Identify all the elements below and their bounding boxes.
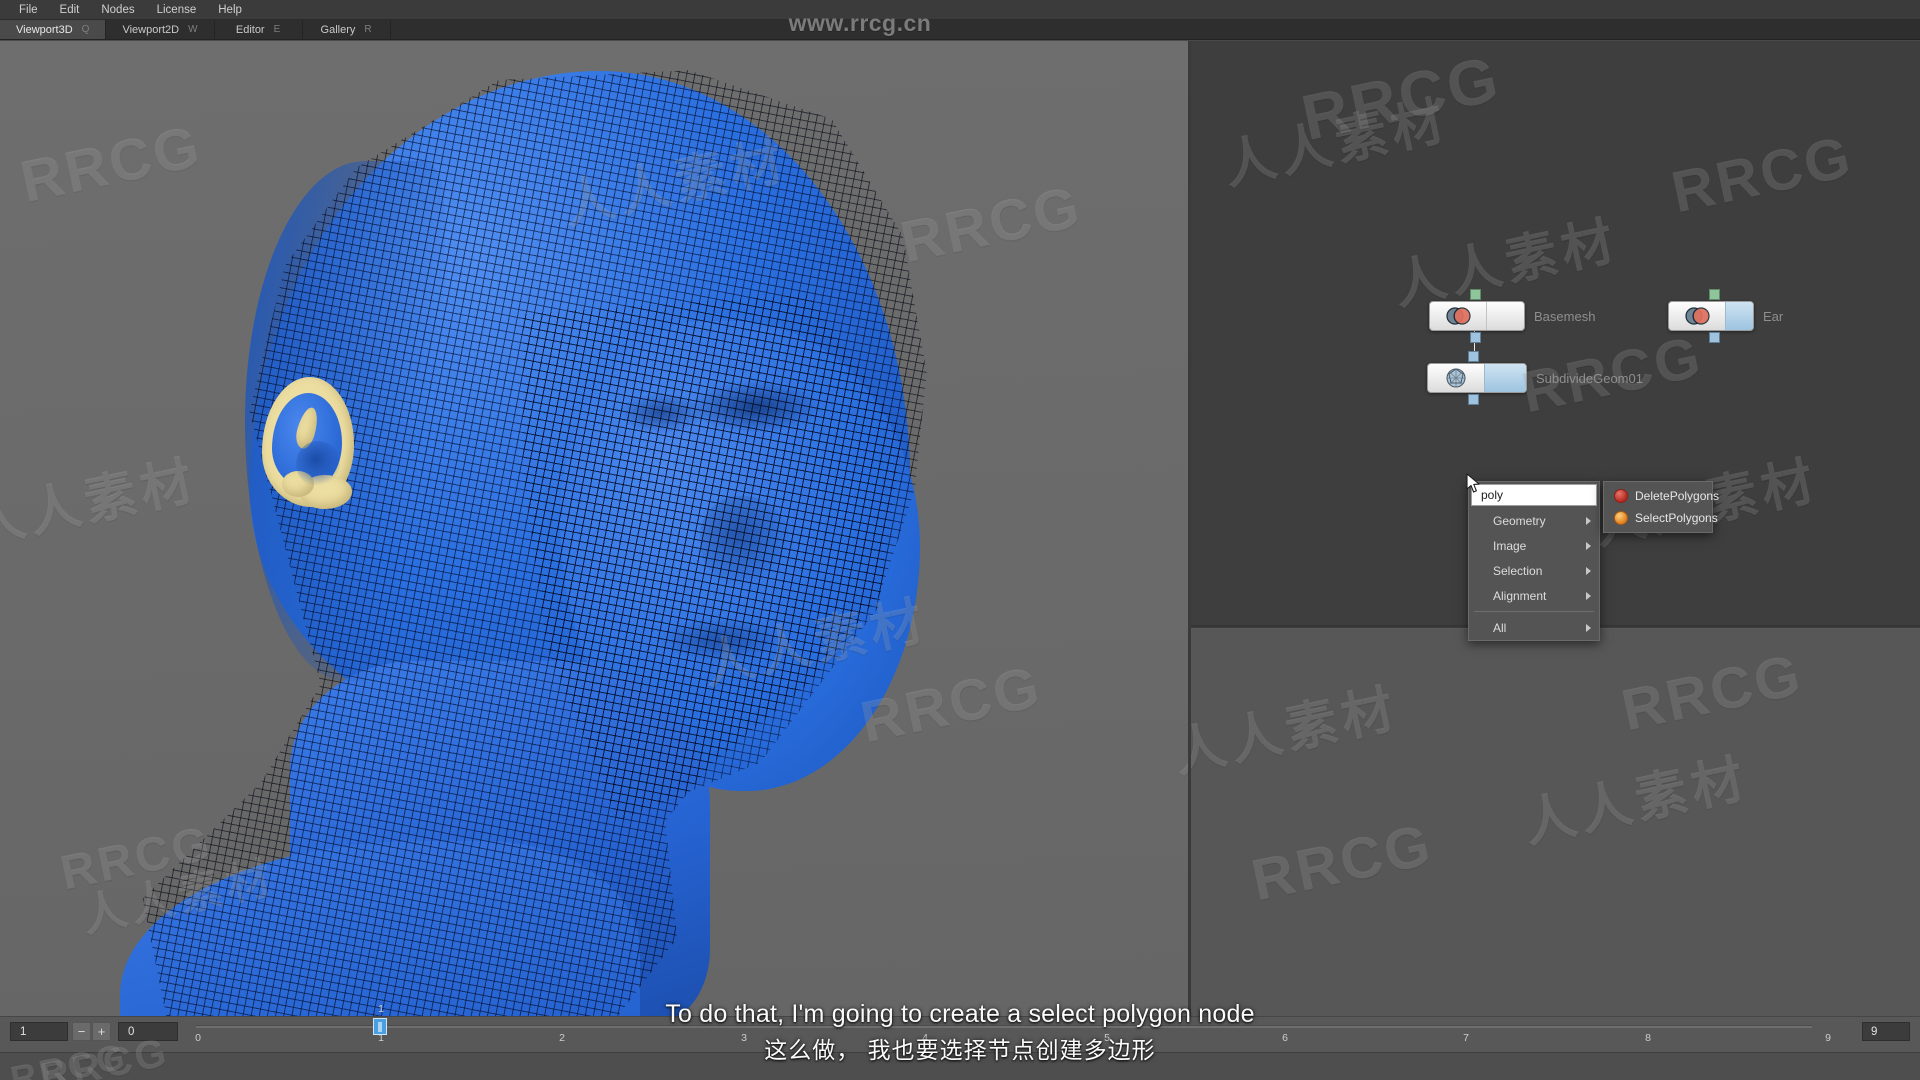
delete-polygons-icon	[1614, 489, 1628, 503]
node-output-port[interactable]	[1709, 332, 1720, 343]
watermark: 人人素材	[1168, 679, 1404, 784]
node-ear[interactable]: Ear	[1668, 289, 1783, 343]
timeline-track[interactable]	[196, 1025, 1812, 1028]
node-output-port[interactable]	[1470, 332, 1481, 343]
vertical-panel-splitter[interactable]	[1188, 41, 1191, 1016]
tab-shortcut: W	[188, 24, 198, 35]
head-model[interactable]	[0, 41, 1188, 1016]
timeline-playhead[interactable]	[373, 1018, 387, 1035]
timeline-tick-5: 5	[1104, 1032, 1110, 1044]
tab-shortcut: R	[364, 24, 372, 35]
status-bar: RRCG	[0, 1035, 1920, 1080]
node-create-context-menu[interactable]: poly Geometry Image Selection Alignment …	[1468, 481, 1600, 641]
node-input-port[interactable]	[1468, 351, 1479, 362]
timeline-tick-2: 2	[559, 1032, 565, 1044]
watermark: RRCG	[1295, 41, 1507, 155]
node-body	[1725, 302, 1753, 330]
context-menu-item-image[interactable]: Image	[1469, 533, 1599, 558]
submenu-item-deletepolygons[interactable]: DeletePolygons	[1604, 485, 1719, 507]
menu-help[interactable]: Help	[207, 0, 253, 20]
watermark: RRCG	[1666, 123, 1859, 226]
timeline-tick-8: 8	[1645, 1032, 1651, 1044]
watermark: 人人素材	[1518, 749, 1754, 854]
frame-increment-button[interactable]: +	[92, 1022, 111, 1041]
venn-geometry-icon	[1669, 302, 1725, 330]
watermark: 人人素材	[1218, 91, 1454, 196]
context-menu-label: All	[1493, 620, 1507, 635]
node-body	[1486, 302, 1524, 330]
tab-viewport2d[interactable]: Viewport2D W	[106, 20, 215, 39]
watermark: RRCG	[1246, 811, 1439, 914]
timeline-tick-4: 4	[922, 1032, 928, 1044]
node-body	[1484, 364, 1526, 392]
playhead-label-top: 1	[378, 1003, 384, 1015]
node-search-input[interactable]: poly	[1471, 484, 1597, 506]
chevron-right-icon	[1586, 591, 1591, 600]
node-input-port[interactable]	[1709, 289, 1720, 300]
context-menu-label: Geometry	[1493, 513, 1546, 528]
context-menu-item-selection[interactable]: Selection	[1469, 558, 1599, 583]
node-subdividegeom01[interactable]: SubdivideGeom01	[1427, 351, 1643, 405]
menu-license[interactable]: License	[146, 0, 208, 20]
venn-geometry-icon	[1430, 302, 1486, 330]
context-menu-label: Selection	[1493, 563, 1543, 578]
tab-shortcut: E	[273, 24, 281, 35]
chevron-right-icon	[1586, 623, 1591, 632]
select-polygons-icon	[1614, 511, 1628, 525]
menu-bar[interactable]: File Edit Nodes License Help	[0, 0, 1920, 20]
context-menu-label: Alignment	[1493, 588, 1547, 603]
submenu-label: SelectPolygons	[1635, 511, 1718, 525]
menu-file[interactable]: File	[8, 0, 49, 20]
node-label: Basemesh	[1534, 309, 1596, 324]
timeline-tick-7: 7	[1463, 1032, 1469, 1044]
timeline-tick-9: 9	[1825, 1032, 1831, 1044]
tab-label: Viewport3D	[16, 23, 73, 36]
end-frame-field[interactable]: 9	[1862, 1022, 1910, 1041]
submenu-label: DeletePolygons	[1635, 489, 1720, 503]
viewport-3d[interactable]: RRCG 人人素材 RRCG 人人素材 RRCG 人人素材 RRCG 人人素材	[0, 41, 1188, 1016]
menu-nodes[interactable]: Nodes	[90, 0, 145, 20]
watermark: RRCG	[1616, 641, 1809, 744]
properties-panel[interactable]: RRCG 人人素材 RRCG 人人素材	[1169, 629, 1920, 1016]
subdivide-sphere-icon	[1428, 364, 1484, 392]
tab-label: Gallery	[320, 23, 356, 36]
start-frame-field[interactable]: 0	[118, 1022, 178, 1041]
tab-shortcut: Q	[81, 24, 90, 35]
mouse-cursor-icon	[1466, 473, 1482, 500]
tab-editor[interactable]: Editor E	[215, 20, 303, 39]
frame-decrement-button[interactable]: −	[72, 1022, 91, 1041]
context-menu-separator	[1474, 611, 1594, 612]
tab-bar[interactable]: Viewport3D Q Viewport2D W Editor E Galle…	[0, 20, 1920, 40]
context-menu-label: Image	[1493, 538, 1527, 553]
node-basemesh[interactable]: Basemesh	[1429, 289, 1595, 343]
node-label: SubdivideGeom01	[1536, 371, 1643, 386]
chevron-right-icon	[1586, 516, 1591, 525]
chevron-right-icon	[1586, 541, 1591, 550]
node-input-port[interactable]	[1470, 289, 1481, 300]
context-menu-item-alignment[interactable]: Alignment	[1469, 583, 1599, 608]
menu-edit[interactable]: Edit	[49, 0, 91, 20]
timeline-bar[interactable]: RRCG	[0, 1016, 1920, 1080]
tab-gallery[interactable]: Gallery R	[303, 20, 391, 39]
tab-viewport3d[interactable]: Viewport3D Q	[0, 20, 107, 39]
node-output-port[interactable]	[1468, 394, 1479, 405]
timeline-tick-0: 0	[195, 1032, 201, 1044]
submenu-item-selectpolygons[interactable]: SelectPolygons	[1604, 507, 1718, 529]
application-window: RRCG 人人素材 RRCG 人人素材 RRCG 人人素材 RRCG 人人素材 …	[0, 0, 1920, 1080]
context-menu-item-all[interactable]: All	[1469, 615, 1599, 640]
tab-label: Editor	[235, 23, 265, 36]
current-frame-field[interactable]: 1	[10, 1022, 68, 1041]
chevron-right-icon	[1586, 566, 1591, 575]
polygon-results-submenu[interactable]: DeletePolygons SelectPolygons	[1603, 481, 1719, 533]
timeline-tick-3: 3	[741, 1032, 747, 1044]
node-label: Ear	[1763, 309, 1784, 324]
tab-label: Viewport2D	[122, 23, 180, 36]
context-menu-item-geometry[interactable]: Geometry	[1469, 508, 1599, 533]
timeline-tick-6: 6	[1282, 1032, 1288, 1044]
